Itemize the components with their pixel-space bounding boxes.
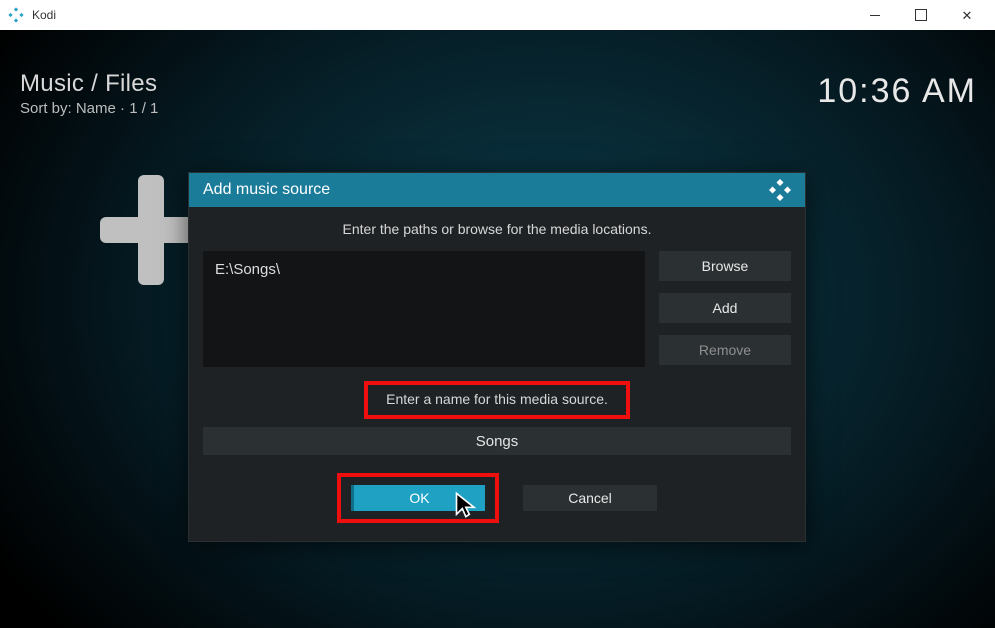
add-music-source-dialog: Add music source Enter the paths or brow… [188,172,806,542]
app-title: Kodi [32,8,861,22]
breadcrumb-sort: Sort by: Name · 1 / 1 [20,100,158,117]
name-label-highlight: Enter a name for this media source. [364,381,630,419]
remove-button: Remove [659,335,791,365]
cancel-button[interactable]: Cancel [523,485,657,511]
browse-button[interactable]: Browse [659,251,791,281]
source-name-input[interactable]: Songs [203,427,791,455]
dialog-header: Add music source [189,173,805,207]
ok-button-highlight: OK [337,473,499,523]
kodi-logo-icon [769,179,791,201]
window-controls [861,5,981,25]
path-entry: E:\Songs\ [215,261,280,278]
minimize-button[interactable] [861,5,889,25]
clock: 10:36 AM [817,72,977,111]
dialog-description: Enter the paths or browse for the media … [203,221,791,237]
breadcrumb-path: Music / Files [20,70,158,98]
source-name-value: Songs [476,433,519,450]
ok-button[interactable]: OK [351,485,485,511]
paths-input[interactable]: E:\Songs\ [203,251,645,367]
name-label: Enter a name for this media source. [386,391,608,407]
close-window-button[interactable] [953,5,981,25]
breadcrumb: Music / Files Sort by: Name · 1 / 1 [20,70,158,117]
kodi-app-icon [8,7,24,23]
maximize-button[interactable] [907,5,935,25]
titlebar: Kodi [0,0,995,30]
add-button[interactable]: Add [659,293,791,323]
dialog-title: Add music source [203,181,330,199]
kodi-main-area: Music / Files Sort by: Name · 1 / 1 10:3… [0,30,995,628]
add-source-plus-icon[interactable] [100,175,200,285]
app-window: Kodi Music / Files Sort by: Name · 1 / 1… [0,0,995,628]
